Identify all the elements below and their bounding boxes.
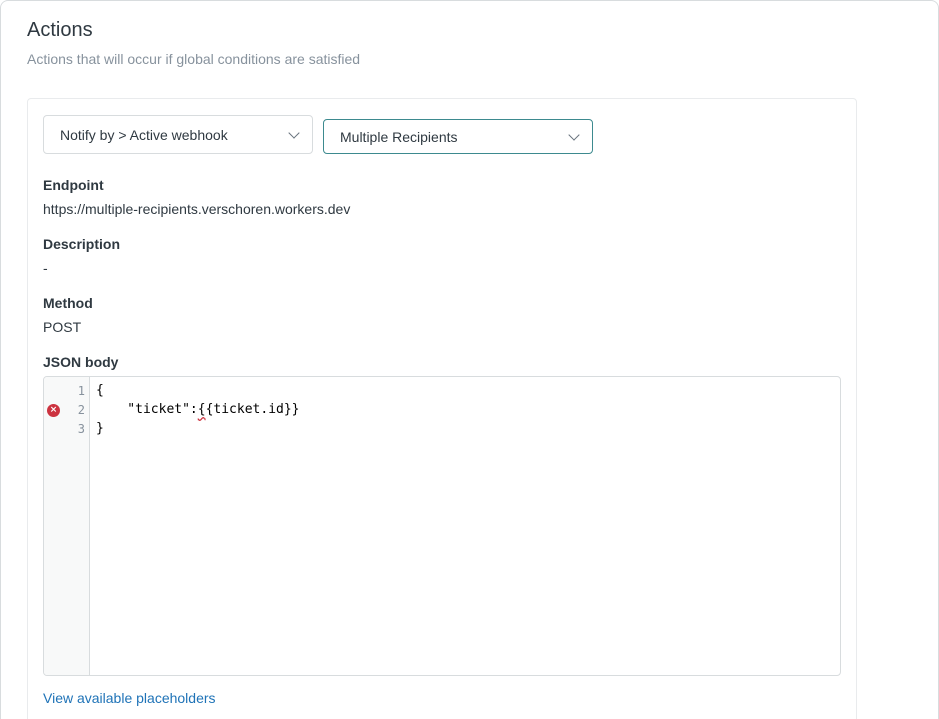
webhook-target-select[interactable]: Multiple Recipients [323, 119, 593, 154]
code-line: "ticket":{{ticket.id}} [96, 402, 300, 417]
json-body-editor[interactable]: 1 × 2 3 { "ticket":{{ticket.id}} } [43, 376, 841, 676]
view-placeholders-link[interactable]: View available placeholders [43, 690, 216, 706]
endpoint-value: https://multiple-recipients.verschoren.w… [43, 201, 351, 217]
section-title: Actions [27, 19, 93, 41]
method-value: POST [43, 319, 82, 335]
method-label: Method [43, 295, 93, 311]
syntax-error-token: { [197, 402, 206, 417]
webhook-target-select-value: Multiple Recipients [340, 128, 458, 145]
line-number: 1 [77, 384, 85, 398]
notify-by-select[interactable]: Notify by > Active webhook [43, 115, 313, 154]
line-number: 2 [77, 403, 85, 417]
description-label: Description [43, 236, 121, 252]
code-text: {ticket.id}} [205, 402, 300, 417]
json-body-label: JSON body [43, 354, 119, 370]
endpoint-label: Endpoint [43, 177, 104, 193]
line-number: 3 [77, 422, 85, 436]
code-text: "ticket": [96, 402, 198, 417]
chevron-down-icon [568, 128, 580, 141]
chevron-down-icon [288, 126, 300, 139]
code-line: } [96, 421, 104, 436]
code-line: { [96, 383, 104, 398]
notify-by-select-value: Notify by > Active webhook [60, 126, 228, 143]
section-subtitle: Actions that will occur if global condit… [27, 51, 361, 67]
editor-gutter: 1 × 2 3 [44, 377, 90, 675]
description-value: - [43, 260, 48, 276]
error-icon[interactable]: × [47, 404, 60, 417]
